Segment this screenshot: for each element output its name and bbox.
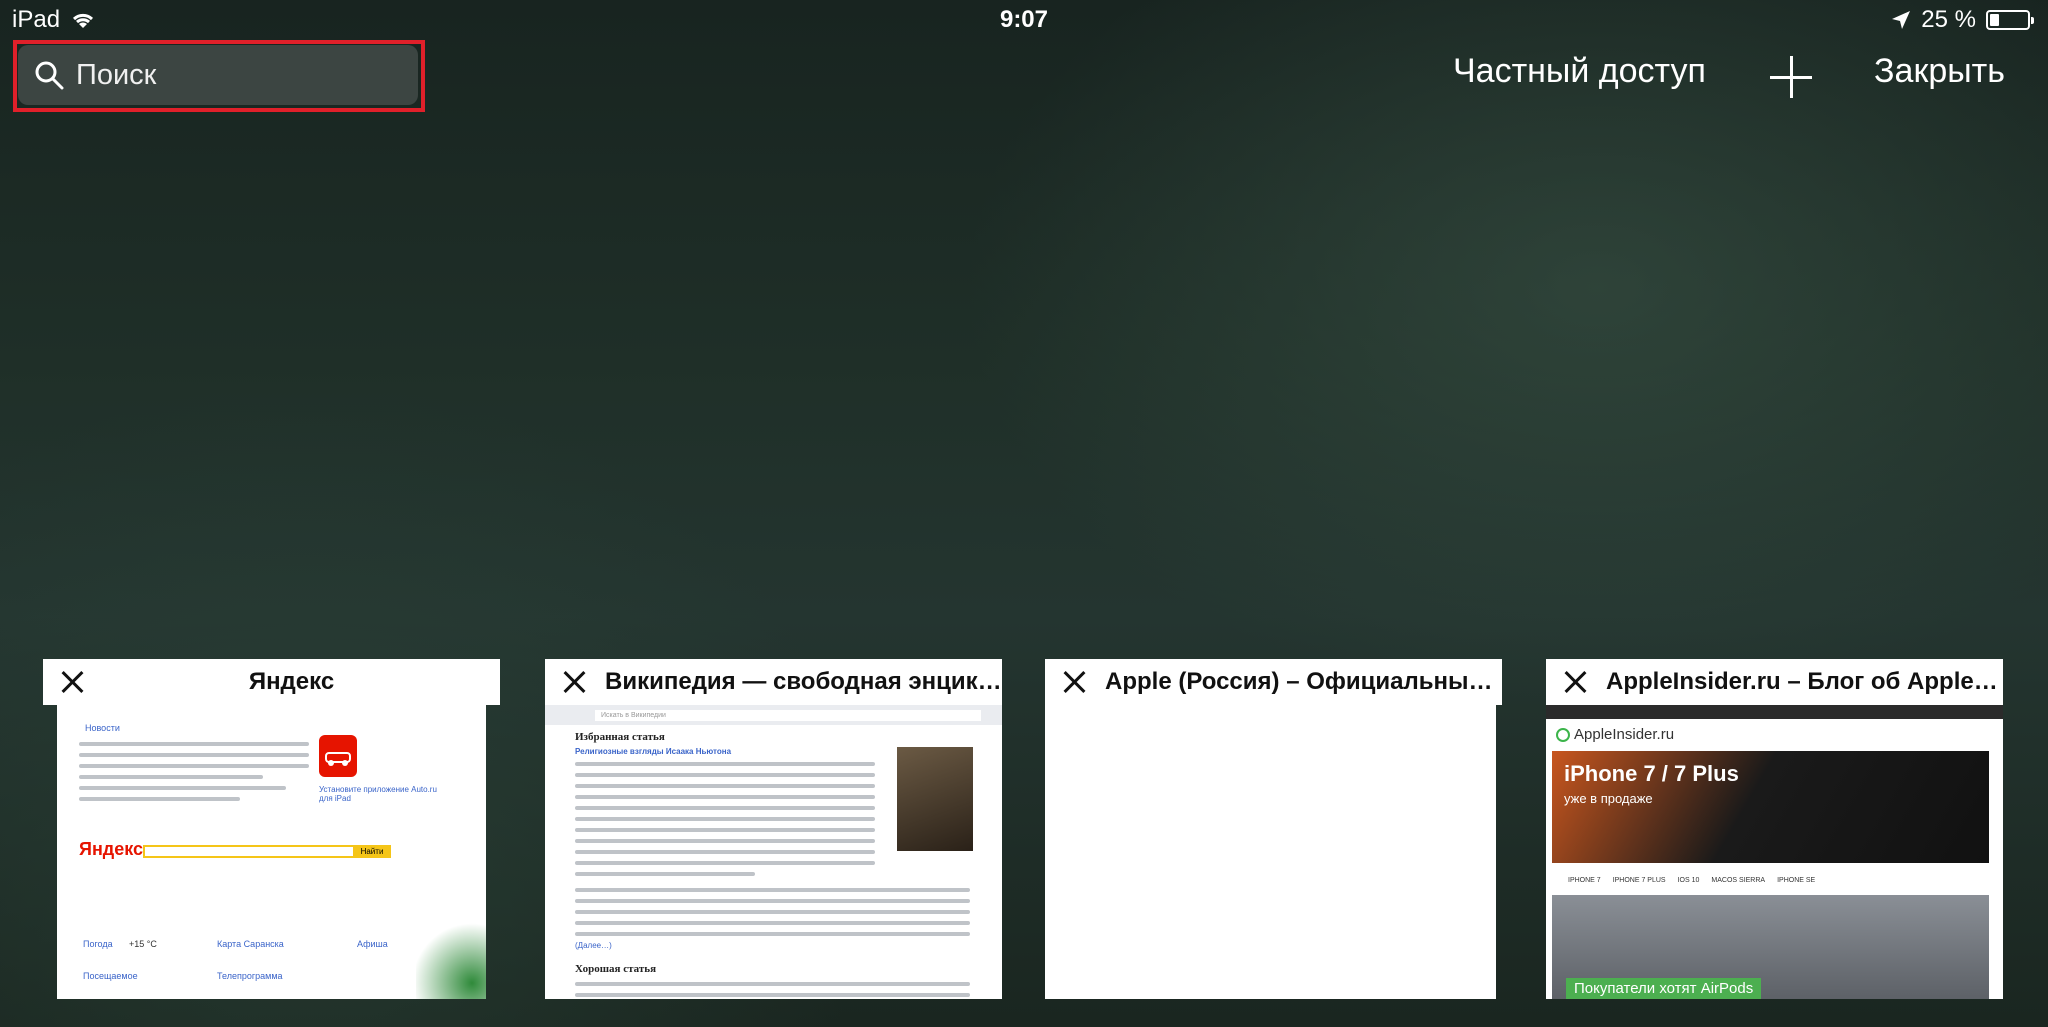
close-button[interactable]: Закрыть <box>1874 52 2005 91</box>
tab-title: Википедия — свободная энцик… <box>605 668 1002 695</box>
auto-ru-app-icon <box>319 735 357 777</box>
thumb-news-header: Новости <box>85 723 120 733</box>
close-tab-icon[interactable] <box>563 671 585 693</box>
tab-card-wikipedia[interactable]: Википедия — свободная энцик… Искать в Ви… <box>545 659 1002 999</box>
thumb-search-input <box>143 845 375 858</box>
new-tab-plus-icon[interactable] <box>1770 56 1812 98</box>
tab-card-apple[interactable]: Apple (Россия) – Официальный… <box>1045 659 1502 999</box>
search-highlight-box <box>13 40 425 112</box>
battery-icon <box>1986 10 2034 30</box>
thumb-map: Карта Саранска <box>217 939 284 949</box>
tab-title: AppleInsider.ru – Блог об Apple, i… <box>1606 668 2003 695</box>
tab-title: Apple (Россия) – Официальный… <box>1105 668 1502 695</box>
close-tab-icon[interactable] <box>1564 671 1586 693</box>
thumb-ai-hero: iPhone 7 / 7 Plus уже в продаже <box>1552 751 1989 863</box>
tab-thumbnail: AppleInsider.ru iPhone 7 / 7 Plus уже в … <box>1546 705 2003 999</box>
thumb-ai-topbar <box>1546 705 2003 719</box>
thumb-featured: Избранная статья <box>575 731 665 743</box>
tab-thumbnail: Искать в Википедии Избранная статья Рели… <box>545 705 1002 999</box>
thumb-ai-caption: Покупатели хотят AirPods <box>1566 978 1762 999</box>
thumb-poster: Афиша <box>357 939 388 949</box>
status-time: 9:07 <box>999 6 1049 33</box>
thumb-ai-photo: Покупатели хотят AirPods <box>1552 895 1989 999</box>
tab-header: Яндекс <box>43 659 500 705</box>
close-tab-icon[interactable] <box>61 671 83 693</box>
tab-header: Apple (Россия) – Официальный… <box>1045 659 1502 705</box>
tab-header: Википедия — свободная энцик… <box>545 659 1002 705</box>
thumb-weather: Погода <box>83 939 113 949</box>
thumb-temp: +15 °C <box>129 939 157 949</box>
thumb-good: Хорошая статья <box>575 963 657 975</box>
thumb-ai-logo: AppleInsider.ru <box>1556 726 1674 743</box>
thumb-yandex-logo: Яндекс <box>79 839 144 859</box>
thumb-wiki-search: Искать в Википедии <box>595 710 981 721</box>
close-tab-icon[interactable] <box>1063 671 1085 693</box>
thumb-decoration <box>416 919 486 999</box>
thumb-tv: Телепрограмма <box>217 971 283 981</box>
tab-header: AppleInsider.ru – Блог об Apple, i… <box>1546 659 2003 705</box>
thumb-more: (Далее…) <box>575 941 612 950</box>
thumb-auto-ru: Установите приложение Auto.ru для iPad <box>319 785 437 803</box>
battery-percent: 25 % <box>1921 6 1976 33</box>
status-right: 25 % <box>1891 6 2034 34</box>
thumb-newton-portrait <box>897 747 973 851</box>
thumb-ai-nav: IPHONE 7 IPHONE 7 PLUS IOS 10 MACOS SIERRA I… <box>1568 877 1816 884</box>
tab-card-appleinsider[interactable]: AppleInsider.ru – Блог об Apple, i… Appl… <box>1546 659 2003 999</box>
thumb-ai-hero-sub: уже в продаже <box>1564 791 1653 806</box>
thumb-visited: Посещаемое <box>83 971 138 981</box>
tab-thumbnail: Новости Установите приложение Auto.ru дл… <box>57 705 486 999</box>
tab-card-yandex[interactable]: Яндекс Новости Установите приложение Aut… <box>43 659 500 999</box>
tab-thumbnail <box>1045 705 1496 999</box>
battery-fill <box>1990 14 1999 26</box>
thumb-find-button: Найти <box>353 845 391 858</box>
tab-title: Яндекс <box>248 668 335 695</box>
thumb-ai-hero-title: iPhone 7 / 7 Plus <box>1564 761 1739 786</box>
location-arrow-icon <box>1892 11 1911 29</box>
status-bar: iPad 9:07 25 % <box>0 0 2048 40</box>
private-mode-button[interactable]: Частный доступ <box>1453 52 1706 91</box>
